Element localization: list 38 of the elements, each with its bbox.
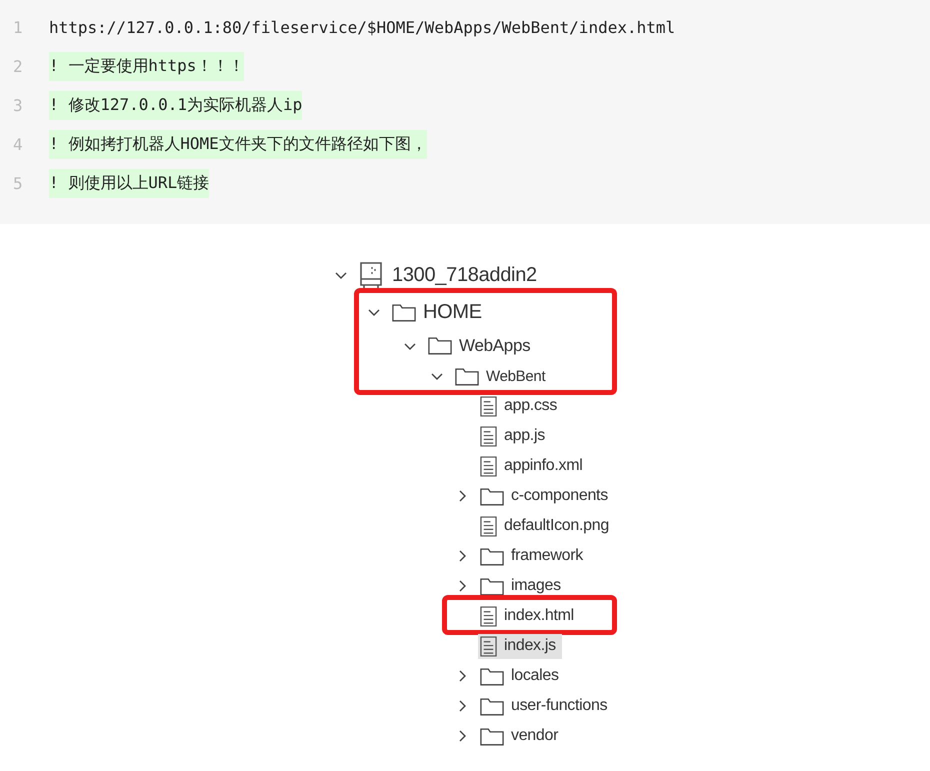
line-number: 5 [12,174,24,193]
folder-icon [480,726,504,746]
folder-item[interactable]: framework [478,544,589,568]
folder-item[interactable]: locales [478,664,565,688]
file-icon [480,516,497,536]
folder-item[interactable]: c-components [478,484,614,508]
code-line: https://127.0.0.1:80/fileservice/$HOME/WebApps/WebBent/index.html [49,17,676,39]
file-icon [480,606,497,626]
folder-item[interactable]: WebBent [453,364,552,388]
folder-item[interactable]: images [478,574,567,598]
folder-icon [455,366,479,386]
line-number: 2 [12,57,24,76]
folder-icon [480,546,504,566]
file-icon [480,396,497,416]
folder-icon [392,302,416,322]
folder-icon [480,696,504,716]
folder-item[interactable]: 1300_718addin2 [357,259,543,291]
line-number: 4 [12,135,24,154]
file-item[interactable]: appinfo.xml [478,454,589,478]
file-item[interactable]: index.js [478,634,562,658]
folder-item[interactable]: vendor [478,724,564,748]
file-icon [480,636,497,656]
line-number: 1 [12,18,24,37]
file-icon [480,456,497,476]
folder-icon [480,666,504,686]
folder-icon [428,336,452,355]
device-icon [359,261,385,289]
file-item[interactable]: defaultIcon.png [478,514,615,538]
line-number: 3 [12,96,24,115]
folder-item[interactable]: HOME [390,298,488,326]
file-icon [480,426,497,446]
folder-icon [480,576,504,596]
folder-item[interactable]: WebApps [426,334,536,358]
folder-item[interactable]: user-functions [478,694,614,718]
folder-icon [480,486,504,506]
file-item[interactable]: app.js [478,424,551,448]
file-item[interactable]: app.css [478,394,564,418]
file-item[interactable]: index.html [478,604,580,628]
